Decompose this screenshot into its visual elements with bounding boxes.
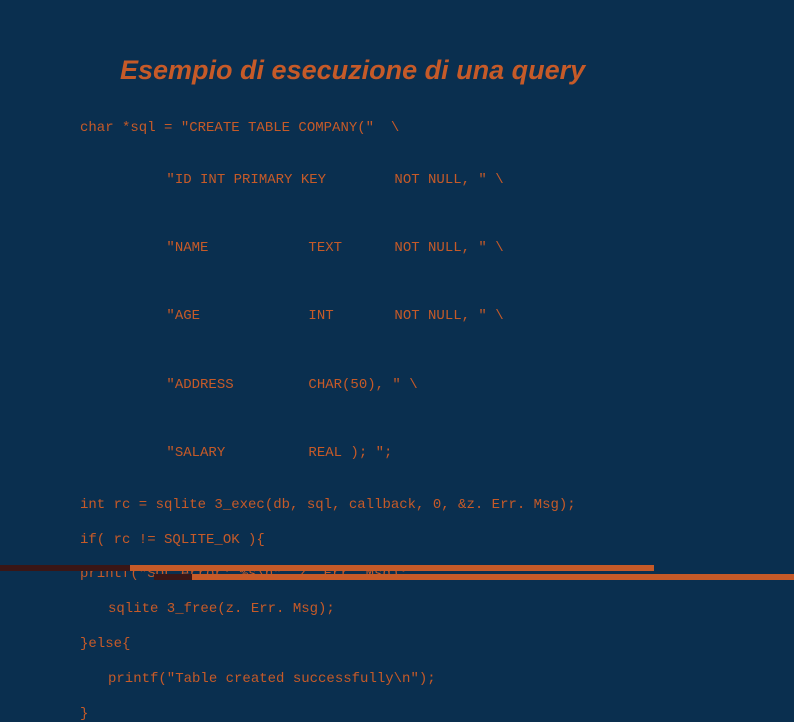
- code-col: NOT NULL, " \: [394, 308, 503, 324]
- code-block: char *sql = "CREATE TABLE COMPANY(" \ "I…: [80, 120, 714, 722]
- code-col: REAL ); ";: [308, 445, 392, 461]
- code-line: char *sql = "CREATE TABLE COMPANY(" \: [80, 120, 714, 137]
- footer-bar-dark: [154, 574, 192, 580]
- code-line: "SALARYREAL ); ";: [80, 428, 714, 478]
- code-line: }else{: [80, 636, 714, 653]
- code-col: NOT NULL, " \: [394, 240, 503, 256]
- code-line: printf("Table created successfully\n");: [80, 671, 714, 688]
- code-line: }: [80, 706, 714, 722]
- footer-decoration: [0, 565, 794, 583]
- slide-container: Esempio di esecuzione di una query char …: [0, 0, 794, 595]
- code-col: "NAME: [166, 240, 308, 257]
- code-col: TEXT: [308, 240, 394, 257]
- footer-bar-dark: [0, 565, 130, 571]
- code-line: if( rc != SQLITE_OK ){: [80, 532, 714, 549]
- footer-bar-orange: [130, 565, 654, 571]
- code-line: "ID INT PRIMARY KEYNOT NULL, " \: [80, 155, 714, 205]
- footer-bar-row: [0, 565, 794, 571]
- code-col: NOT NULL, " \: [394, 172, 503, 188]
- code-line: int rc = sqlite 3_exec(db, sql, callback…: [80, 497, 714, 514]
- code-line: sqlite 3_free(z. Err. Msg);: [80, 601, 714, 618]
- footer-bar-row: [154, 574, 794, 580]
- code-col: INT: [308, 308, 394, 325]
- code-col: "SALARY: [166, 445, 308, 462]
- code-col: "AGE: [166, 308, 308, 325]
- slide-title: Esempio di esecuzione di una query: [120, 55, 714, 86]
- code-col: "ADDRESS: [166, 377, 308, 394]
- code-line: "NAMETEXTNOT NULL, " \: [80, 223, 714, 273]
- code-col: "ID INT PRIMARY KEY: [166, 172, 394, 189]
- code-line: "AGEINTNOT NULL, " \: [80, 292, 714, 342]
- code-line: "ADDRESSCHAR(50), " \: [80, 360, 714, 410]
- footer-bar-orange: [192, 574, 794, 580]
- code-col: CHAR(50), " \: [308, 377, 417, 393]
